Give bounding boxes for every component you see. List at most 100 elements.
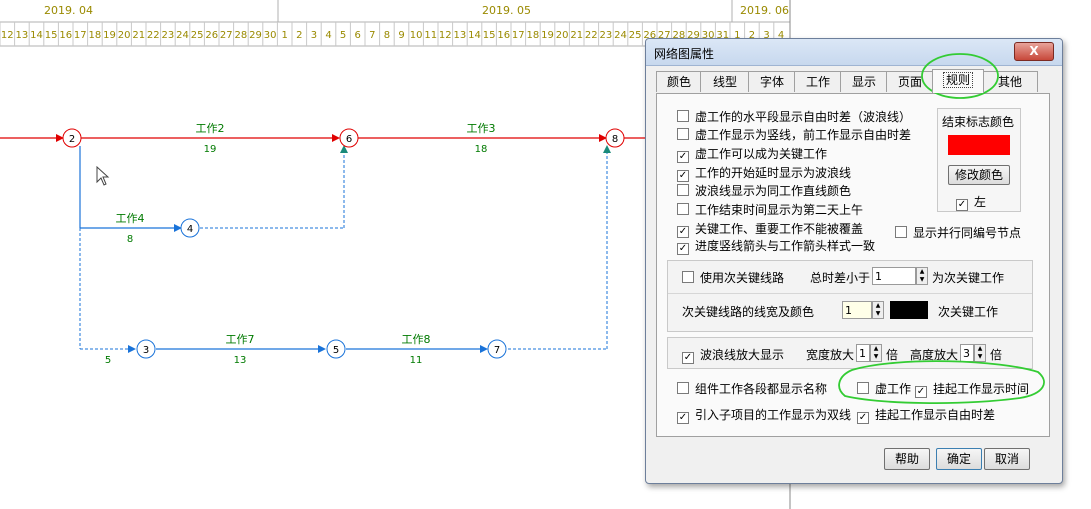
left-option[interactable]: ✓ 左 xyxy=(956,193,986,211)
checkbox[interactable]: ✓ xyxy=(677,151,689,163)
option-row[interactable]: ✓ 关键工作、重要工作不能被覆盖 xyxy=(677,220,863,238)
day-label: 29 xyxy=(249,30,262,41)
node-6[interactable]: 6 xyxy=(339,128,359,148)
checkbox[interactable] xyxy=(682,271,694,283)
option-row[interactable]: 虚工作的水平段显示自由时差（波浪线） xyxy=(677,108,911,125)
task-duration: 18 xyxy=(475,144,488,155)
day-label: 18 xyxy=(89,30,102,41)
day-label: 5 xyxy=(340,30,346,41)
checkbox[interactable]: ✓ xyxy=(677,412,689,424)
hang-time-option[interactable]: ✓ 挂起工作显示时间 xyxy=(915,380,1029,398)
node-7[interactable]: 7 xyxy=(487,339,507,359)
wave-height-input[interactable]: 3 xyxy=(960,344,974,362)
wave-width-spinner[interactable]: ▲ ▼ xyxy=(870,344,882,362)
day-label: 16 xyxy=(497,30,510,41)
parallel-nodes-option[interactable]: 显示并行同编号节点 xyxy=(895,224,1021,241)
close-button[interactable]: X xyxy=(1014,42,1054,61)
dummy-work-option[interactable]: 虚工作 xyxy=(857,380,911,397)
option-row[interactable]: ✓ 虚工作可以成为关键工作 xyxy=(677,145,827,163)
checkbox[interactable] xyxy=(677,128,689,140)
checkbox[interactable] xyxy=(677,110,689,122)
day-label: 17 xyxy=(74,30,87,41)
tab-rules[interactable]: 规则 xyxy=(932,69,984,93)
node-8[interactable]: 8 xyxy=(605,128,625,148)
day-label: 19 xyxy=(541,30,554,41)
checkbox[interactable] xyxy=(677,184,689,196)
float-spinner[interactable]: ▲ ▼ xyxy=(916,267,928,285)
tab-work[interactable]: 工作 xyxy=(794,71,842,92)
help-button[interactable]: 帮助 xyxy=(884,448,930,470)
use-sub-critical-option[interactable]: 使用次关键线路 xyxy=(682,269,784,286)
ok-button[interactable]: 确定 xyxy=(936,448,982,470)
float-input[interactable]: 1 xyxy=(872,267,916,285)
cancel-button[interactable]: 取消 xyxy=(984,448,1030,470)
option-row[interactable]: ✓ 工作的开始延时显示为波浪线 xyxy=(677,164,851,182)
width-color-label: 次关键线路的线宽及颜色 xyxy=(682,305,815,319)
node-3[interactable]: 3 xyxy=(136,339,156,359)
day-label: 20 xyxy=(556,30,569,41)
modify-color-button[interactable]: 修改颜色 xyxy=(948,165,1010,185)
wave-height-spinner[interactable]: ▲ ▼ xyxy=(974,344,986,362)
tab-other[interactable]: 其他 xyxy=(982,71,1038,92)
day-label: 11 xyxy=(424,30,437,41)
tab-line-type[interactable]: 线型 xyxy=(700,71,750,92)
checkbox[interactable]: ✓ xyxy=(677,170,689,182)
normal-paths xyxy=(79,146,488,353)
day-label: 22 xyxy=(147,30,160,41)
tab-font[interactable]: 字体 xyxy=(748,71,796,92)
rules-panel: 虚工作的水平段显示自由时差（波浪线） 虚工作显示为竖线，前工作显示自由时差 ✓ 虚… xyxy=(656,93,1050,437)
dialog-title-bar[interactable]: 网络图属性 X xyxy=(646,39,1062,66)
option-row[interactable]: 工作结束时间显示为第二天上午 xyxy=(677,201,863,218)
option-row[interactable]: 波浪线显示为同工作直线颜色 xyxy=(677,182,851,199)
option-row[interactable]: 虚工作显示为竖线，前工作显示自由时差 xyxy=(677,126,911,143)
wave-enlarge-option[interactable]: ✓ 波浪线放大显示 xyxy=(682,346,784,364)
float-label: 总时差小于 xyxy=(810,271,871,285)
checkbox[interactable] xyxy=(677,203,689,215)
node-5[interactable]: 5 xyxy=(326,339,346,359)
checkbox[interactable]: ✓ xyxy=(915,386,927,398)
task-name: 工作3 xyxy=(467,122,496,135)
day-label: 30 xyxy=(264,30,277,41)
node-4[interactable]: 4 xyxy=(180,218,200,238)
wave-width-label: 宽度放大 xyxy=(806,348,855,362)
end-color-swatch xyxy=(948,135,1010,155)
checkbox[interactable] xyxy=(857,382,869,394)
svg-text:2: 2 xyxy=(69,134,75,145)
task-labels: 工作2 19 工作3 18 工作4 8 工作7 13 工作8 11 5 xyxy=(105,122,496,366)
day-label: 15 xyxy=(45,30,58,41)
svg-text:3: 3 xyxy=(143,345,149,356)
sub-critical-color-swatch[interactable] xyxy=(890,301,928,319)
line-width-input[interactable]: 1 xyxy=(842,301,872,319)
svg-text:6: 6 xyxy=(346,134,352,145)
hang-float-option[interactable]: ✓ 挂起工作显示自由时差 xyxy=(857,406,995,424)
network-nodes[interactable]: 2 6 8 4 3 5 7 xyxy=(62,128,625,359)
day-label: 27 xyxy=(220,30,233,41)
day-label: 14 xyxy=(30,30,43,41)
day-label: 1 xyxy=(282,30,288,41)
tab-color[interactable]: 颜色 xyxy=(656,71,702,92)
month-label: 2019. 04 xyxy=(44,4,93,17)
checkbox[interactable]: ✓ xyxy=(857,412,869,424)
day-label: 4 xyxy=(325,30,331,41)
wave-width-unit: 倍 xyxy=(886,348,899,362)
option-row[interactable]: ✓ 进度竖线箭头与工作箭头样式一致 xyxy=(677,237,875,255)
line-width-spinner[interactable]: ▲ ▼ xyxy=(872,301,884,319)
wave-width-input[interactable]: 1 xyxy=(856,344,870,362)
day-label: 28 xyxy=(235,30,248,41)
checkbox[interactable]: ✓ xyxy=(677,243,689,255)
checkbox[interactable]: ✓ xyxy=(682,352,694,364)
subproject-double-line-option[interactable]: ✓ 引入子项目的工作显示为双线 xyxy=(677,406,851,424)
tab-page[interactable]: 页面 xyxy=(886,71,934,92)
day-label: 26 xyxy=(205,30,218,41)
node-2[interactable]: 2 xyxy=(62,128,82,148)
component-name-option[interactable]: 组件工作各段都显示名称 xyxy=(677,380,827,397)
day-label: 21 xyxy=(132,30,145,41)
day-label: 12 xyxy=(1,30,14,41)
checkbox[interactable] xyxy=(677,382,689,394)
day-label: 13 xyxy=(454,30,467,41)
svg-text:8: 8 xyxy=(612,134,618,145)
tab-display[interactable]: 显示 xyxy=(840,71,888,92)
checkbox[interactable]: ✓ xyxy=(956,199,968,211)
end-color-group: 结束标志颜色 修改颜色 ✓ 左 xyxy=(937,108,1021,212)
checkbox[interactable] xyxy=(895,226,907,238)
